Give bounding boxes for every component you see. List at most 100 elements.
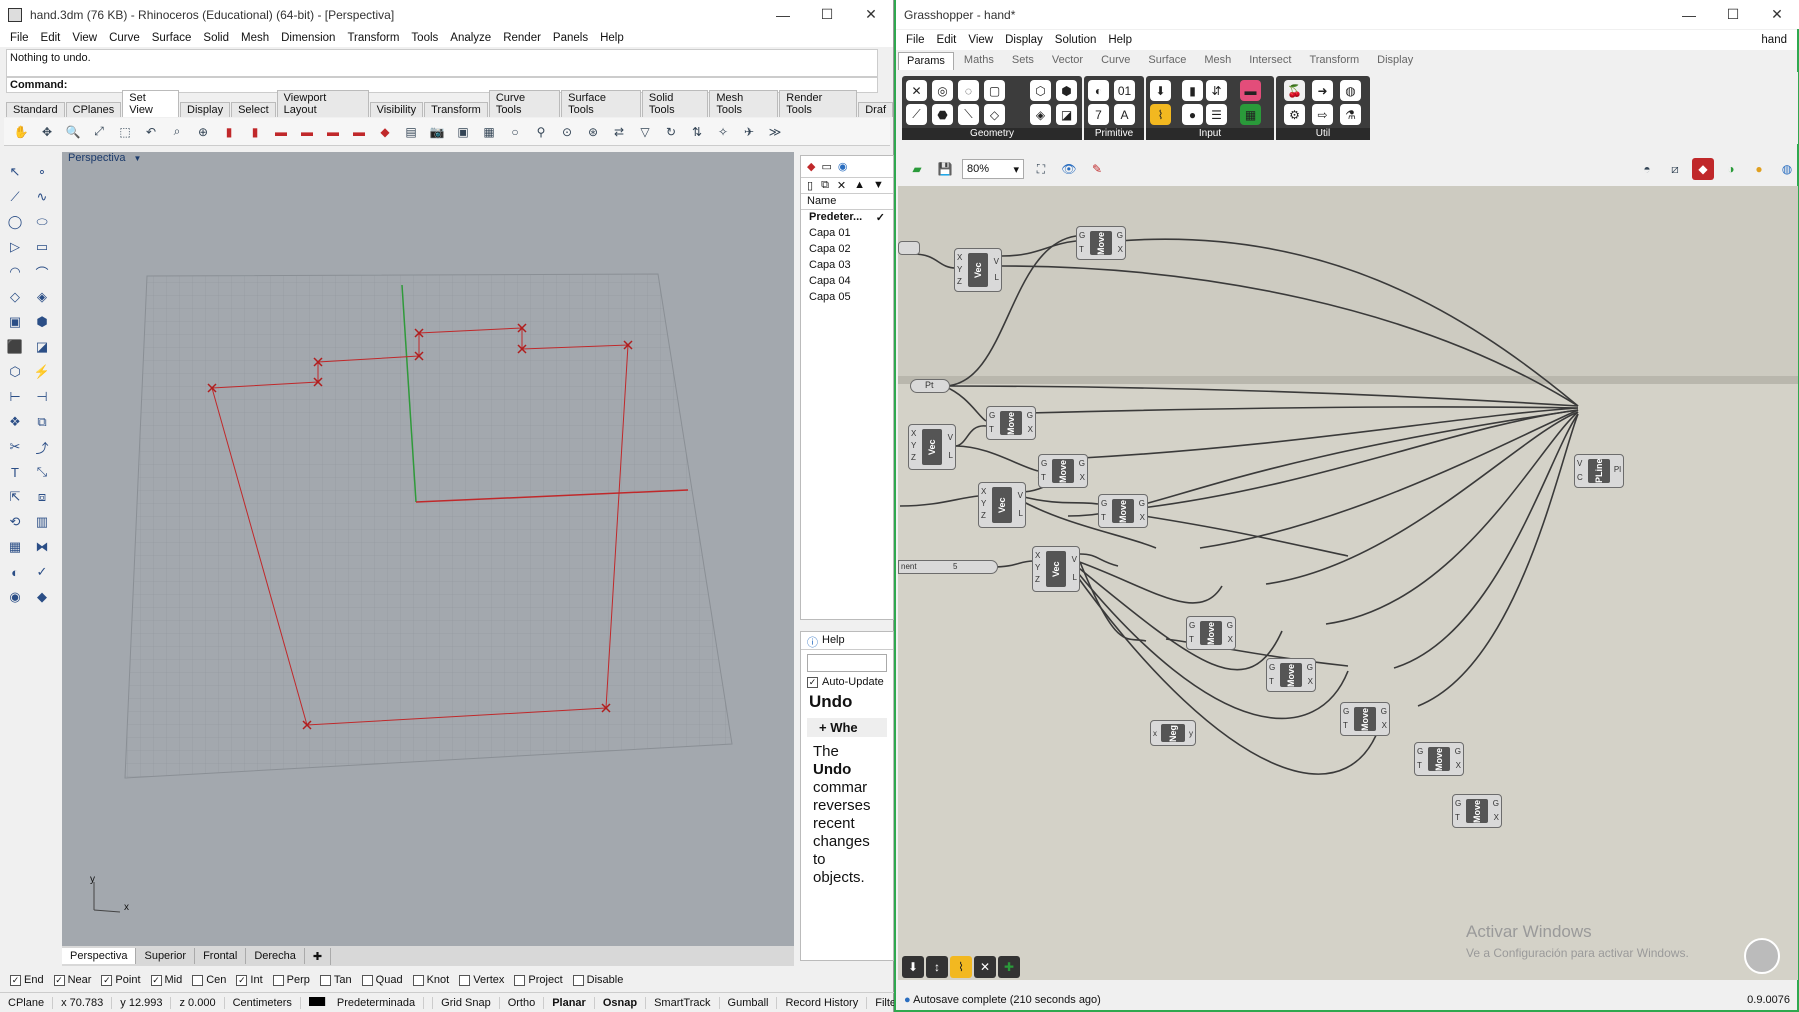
gh-move[interactable]: G T Move G X [1098, 494, 1148, 528]
arc-icon[interactable]: ◠ [3, 260, 27, 284]
view-left-icon[interactable]: ▬ [322, 121, 344, 143]
help-search-input[interactable] [807, 654, 887, 672]
help-tab[interactable]: ⓘ Help [801, 632, 893, 650]
gh-box-param-icon[interactable]: ▢ [984, 80, 1005, 101]
render-icon[interactable]: ◉ [3, 585, 27, 609]
menu-surface[interactable]: Surface [146, 32, 198, 44]
gh-bottom-cancel-icon[interactable]: ✕ [974, 956, 996, 978]
tab-set-view[interactable]: Set View [122, 90, 180, 117]
status-layer[interactable]: Predeterminada [301, 996, 434, 1009]
gh-tab-transform[interactable]: Transform [1301, 52, 1367, 70]
viewtab-perspectiva[interactable]: Perspectiva [62, 948, 137, 964]
gh-bottom-script-icon[interactable]: ↕ [926, 956, 948, 978]
polygon-icon[interactable]: ▷ [3, 235, 27, 259]
gh-cherry-picker-icon[interactable]: 🍒 [1284, 80, 1305, 101]
gh-surface-param-icon[interactable]: ◈ [1030, 104, 1051, 125]
gh-digit-scroller-icon[interactable]: ⇵ [1206, 80, 1227, 101]
gh-geometry-icon[interactable]: ✕ [906, 80, 927, 101]
display-tab-icon[interactable]: ▭ [821, 160, 831, 173]
status-record-history[interactable]: Record History [777, 996, 868, 1009]
osnap-vertex[interactable]: Vertex [459, 974, 504, 986]
named-view-icon[interactable]: ▤ [400, 121, 422, 143]
menu-render[interactable]: Render [497, 32, 547, 44]
gh-arc-param-icon[interactable]: ◌ [958, 80, 979, 101]
zoom-all-icon[interactable]: ⊕ [192, 121, 214, 143]
tab-select[interactable]: Select [231, 102, 276, 117]
scale-icon[interactable]: ▥ [30, 510, 54, 534]
osnap-quad[interactable]: Quad [361, 974, 403, 986]
status-units[interactable]: Centimeters [225, 996, 301, 1009]
trim-icon[interactable]: ✂ [3, 435, 27, 459]
capture-icon[interactable]: ▣ [452, 121, 474, 143]
view-right-icon[interactable]: ▬ [348, 121, 370, 143]
gh-minimize-button[interactable]: — [1667, 0, 1711, 29]
osnap-disable[interactable]: Disable [572, 974, 623, 986]
status-gumball[interactable]: Gumball [720, 996, 778, 1009]
view-front-icon[interactable]: ▮ [218, 121, 240, 143]
gh-negative[interactable]: x Neg y [1150, 720, 1196, 746]
gh-line-param-icon[interactable]: ⟍ [958, 104, 979, 125]
print-icon[interactable]: ▦ [478, 121, 500, 143]
menu-edit[interactable]: Edit [35, 32, 67, 44]
gh-fitness-icon[interactable]: ◍ [1340, 80, 1361, 101]
gh-move[interactable]: G T Move G X [1340, 702, 1390, 736]
gh-color-swatch-icon[interactable]: ▬ [1240, 80, 1261, 101]
polyline-icon[interactable]: ⟋ [3, 185, 27, 209]
gh-tab-params[interactable]: Params [898, 52, 954, 70]
gh-param-stub[interactable] [898, 241, 920, 255]
layer-row[interactable]: Capa 05 [801, 290, 893, 306]
analyze-icon[interactable]: ◐ [3, 560, 27, 584]
gh-zoom-select[interactable]: 80% ▾ [962, 159, 1024, 179]
gh-bake-icon[interactable]: ◑ [1720, 158, 1742, 180]
surface-icon[interactable]: ◇ [3, 285, 27, 309]
osnap-point[interactable]: ✓ Point [101, 974, 141, 986]
circle-icon[interactable]: ◯ [3, 210, 27, 234]
gh-preview-selected-icon[interactable]: ◆ [1692, 158, 1714, 180]
menu-analyze[interactable]: Analyze [444, 32, 497, 44]
zoom-selected-icon[interactable]: ⌕ [166, 121, 188, 143]
tab-render-tools[interactable]: Render Tools [779, 90, 858, 117]
boolean-icon[interactable]: ⬢ [30, 310, 54, 334]
gh-move[interactable]: G T Move G X [986, 406, 1036, 440]
move-icon[interactable]: ⇱ [3, 485, 27, 509]
status-cplane[interactable]: CPlane [0, 996, 54, 1009]
osnap-end[interactable]: ✓ End [10, 974, 44, 986]
select-icon[interactable]: ↖ [3, 160, 27, 184]
gh-bottom-graph-icon[interactable]: ⌇ [950, 956, 972, 978]
gh-move[interactable]: G T Move G X [1452, 794, 1502, 828]
group-icon[interactable]: ❖ [3, 410, 27, 434]
minimize-button[interactable]: — [761, 0, 805, 29]
tab-surface-tools[interactable]: Surface Tools [561, 90, 641, 117]
zoom-dynamic-icon[interactable]: 🔍 [62, 121, 84, 143]
gh-toggle-icon[interactable]: ▮ [1182, 80, 1203, 101]
delete-layer-icon[interactable]: ✕ [837, 179, 846, 192]
gh-vector-xyz[interactable]: X Y Z Vec V L [954, 248, 1002, 292]
gh-globe-icon[interactable]: ◍ [1776, 158, 1798, 180]
gh-move[interactable]: G T Move G X [1186, 616, 1236, 650]
gh-tab-display[interactable]: Display [1369, 52, 1421, 70]
status-ortho[interactable]: Ortho [500, 996, 545, 1009]
menu-curve[interactable]: Curve [103, 32, 146, 44]
gh-material-icon[interactable]: ● [1748, 158, 1770, 180]
explode-icon[interactable]: ⤡ [30, 460, 54, 484]
osnap-int[interactable]: ✓ Int [236, 974, 263, 986]
mirror-icon[interactable]: ⧓ [30, 535, 54, 559]
tab-viewport-layout[interactable]: Viewport Layout [276, 90, 369, 117]
gh-zoom-extents-icon[interactable]: ⛶ [1030, 158, 1052, 180]
tab-drafting[interactable]: Draf [858, 102, 893, 117]
gh-brep-param-icon[interactable]: ⬡ [1030, 80, 1051, 101]
viewport-title[interactable]: Perspectiva ▼ [62, 152, 148, 168]
chevron-down-icon[interactable]: ▼ [133, 154, 141, 163]
osnap-cen[interactable]: Cen [192, 974, 226, 986]
layers-tab-icon[interactable]: ◆ [807, 160, 815, 173]
filter-icon[interactable]: ▽ [634, 121, 656, 143]
menu-panels[interactable]: Panels [547, 32, 594, 44]
gh-menu-help[interactable]: Help [1102, 34, 1138, 46]
viewtab-superior[interactable]: Superior [136, 948, 196, 964]
gh-menu-view[interactable]: View [962, 34, 999, 46]
light-icon[interactable]: ⚡ [30, 360, 54, 384]
menu-transform[interactable]: Transform [341, 32, 405, 44]
gh-menu-edit[interactable]: Edit [931, 34, 963, 46]
gh-curve-param-icon[interactable]: ⟋ [906, 104, 927, 125]
gh-plane-param-icon[interactable]: ◇ [984, 104, 1005, 125]
